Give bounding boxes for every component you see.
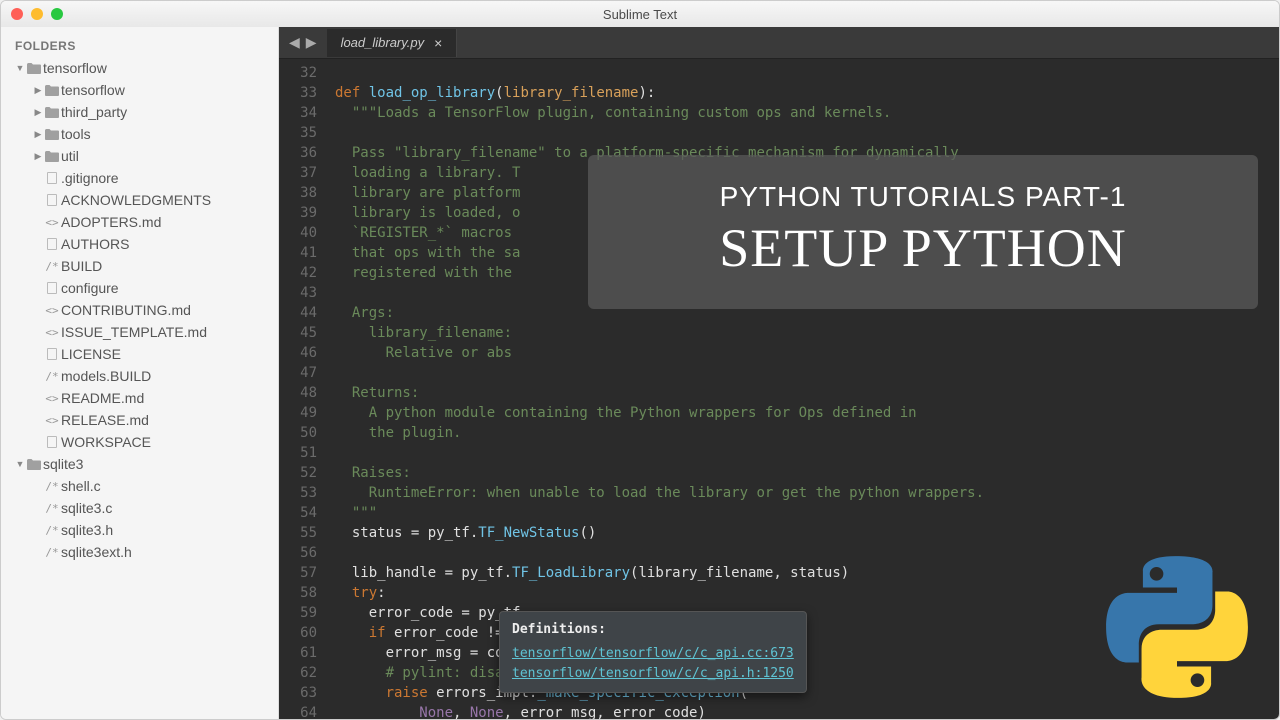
folder-icon — [25, 459, 43, 470]
folder-item[interactable]: ▶ tools — [1, 123, 278, 145]
disclosure-icon[interactable]: ▶ — [33, 85, 43, 96]
folder-item[interactable]: ▶ util — [1, 145, 278, 167]
code-file-icon: /* — [43, 260, 61, 273]
file-item[interactable]: /*sqlite3.c — [1, 497, 278, 519]
file-item[interactable]: WORKSPACE — [1, 431, 278, 453]
markdown-icon: <> — [43, 392, 61, 405]
nav-forward-icon[interactable]: ▶ — [306, 34, 317, 51]
folder-item[interactable]: ▶ third_party — [1, 101, 278, 123]
tree-item-label: tensorflow — [61, 82, 125, 98]
tree-item-label: ISSUE_TEMPLATE.md — [61, 324, 207, 340]
markdown-icon: <> — [43, 216, 61, 229]
maximize-window-icon[interactable] — [51, 8, 63, 20]
tree-item-label: sqlite3.h — [61, 522, 113, 538]
code-file-icon: /* — [43, 480, 61, 493]
folder-icon — [43, 85, 61, 96]
file-icon — [43, 436, 61, 448]
sidebar-header: FOLDERS — [1, 37, 278, 57]
definition-link[interactable]: tensorflow/tensorflow/c/c_api.h:1250 — [512, 664, 794, 684]
tree-item-label: README.md — [61, 390, 144, 406]
tree-item-label: shell.c — [61, 478, 101, 494]
tab-close-icon[interactable]: × — [434, 35, 442, 51]
file-item[interactable]: ACKNOWLEDGMENTS — [1, 189, 278, 211]
file-item[interactable]: <>README.md — [1, 387, 278, 409]
file-icon — [43, 238, 61, 250]
definitions-heading: Definitions: — [512, 620, 794, 640]
overlay-title: SETUP PYTHON — [618, 217, 1228, 279]
file-item[interactable]: <>ISSUE_TEMPLATE.md — [1, 321, 278, 343]
disclosure-icon[interactable]: ▼ — [15, 459, 25, 469]
file-item[interactable]: /*shell.c — [1, 475, 278, 497]
definitions-popup: Definitions: tensorflow/tensorflow/c/c_a… — [499, 611, 807, 693]
tree-item-label: sqlite3.c — [61, 500, 112, 516]
code-file-icon: /* — [43, 546, 61, 559]
code-file-icon: /* — [43, 370, 61, 383]
sidebar: FOLDERS ▼tensorflow▶tensorflow▶third_par… — [1, 27, 279, 719]
disclosure-icon[interactable]: ▶ — [33, 151, 43, 162]
file-item[interactable]: LICENSE — [1, 343, 278, 365]
tree-item-label: ADOPTERS.md — [61, 214, 161, 230]
file-item[interactable]: .gitignore — [1, 167, 278, 189]
file-icon — [43, 348, 61, 360]
overlay-card: PYTHON TUTORIALS PART-1 SETUP PYTHON — [588, 155, 1258, 309]
file-item[interactable]: configure — [1, 277, 278, 299]
folder-icon — [43, 151, 61, 162]
markdown-icon: <> — [43, 414, 61, 427]
file-item[interactable]: AUTHORS — [1, 233, 278, 255]
file-icon — [43, 172, 61, 184]
tree-item-label: third_party — [61, 104, 127, 120]
tree-item-label: util — [61, 148, 79, 164]
disclosure-icon[interactable]: ▶ — [33, 129, 43, 140]
file-item[interactable]: /*sqlite3ext.h — [1, 541, 278, 563]
tree-item-label: LICENSE — [61, 346, 121, 362]
folder-item[interactable]: ▶ tensorflow — [1, 79, 278, 101]
tree-item-label: WORKSPACE — [61, 434, 151, 450]
tree-item-label: configure — [61, 280, 119, 296]
tree-item-label: CONTRIBUTING.md — [61, 302, 191, 318]
disclosure-icon[interactable]: ▶ — [33, 107, 43, 118]
file-icon — [43, 194, 61, 206]
tree-item-label: sqlite3ext.h — [61, 544, 132, 560]
titlebar: Sublime Text — [1, 1, 1279, 27]
close-window-icon[interactable] — [11, 8, 23, 20]
window-title: Sublime Text — [1, 7, 1279, 22]
tab-active[interactable]: load_library.py × — [327, 29, 458, 57]
definition-link[interactable]: tensorflow/tensorflow/c/c_api.cc:673 — [512, 644, 794, 664]
file-item[interactable]: /*sqlite3.h — [1, 519, 278, 541]
folder-item[interactable]: ▼ tensorflow — [1, 57, 278, 79]
code-file-icon: /* — [43, 524, 61, 537]
code-file-icon: /* — [43, 502, 61, 515]
tab-filename: load_library.py — [341, 35, 425, 50]
minimize-window-icon[interactable] — [31, 8, 43, 20]
folder-icon — [43, 107, 61, 118]
markdown-icon: <> — [43, 304, 61, 317]
nav-back-icon[interactable]: ◀ — [289, 34, 300, 51]
tree-item-label: .gitignore — [61, 170, 119, 186]
tree-item-label: BUILD — [61, 258, 102, 274]
markdown-icon: <> — [43, 326, 61, 339]
file-icon — [43, 282, 61, 294]
file-item[interactable]: /*models.BUILD — [1, 365, 278, 387]
python-logo-icon — [1102, 552, 1252, 702]
folder-item[interactable]: ▼ sqlite3 — [1, 453, 278, 475]
tree-item-label: sqlite3 — [43, 456, 83, 472]
overlay-subtitle: PYTHON TUTORIALS PART-1 — [618, 181, 1228, 213]
file-item[interactable]: <>ADOPTERS.md — [1, 211, 278, 233]
disclosure-icon[interactable]: ▼ — [15, 63, 25, 73]
file-item[interactable]: <>RELEASE.md — [1, 409, 278, 431]
folder-icon — [43, 129, 61, 140]
file-item[interactable]: <>CONTRIBUTING.md — [1, 299, 278, 321]
tree-item-label: AUTHORS — [61, 236, 129, 252]
tree-item-label: tools — [61, 126, 91, 142]
tree-item-label: RELEASE.md — [61, 412, 149, 428]
tree-item-label: tensorflow — [43, 60, 107, 76]
folder-icon — [25, 63, 43, 74]
tree-item-label: models.BUILD — [61, 368, 151, 384]
gutter: 3233343536373839404142434445464748495051… — [279, 59, 327, 719]
tree-item-label: ACKNOWLEDGMENTS — [61, 192, 211, 208]
file-item[interactable]: /*BUILD — [1, 255, 278, 277]
tabbar: ◀ ▶ load_library.py × — [279, 27, 1279, 59]
